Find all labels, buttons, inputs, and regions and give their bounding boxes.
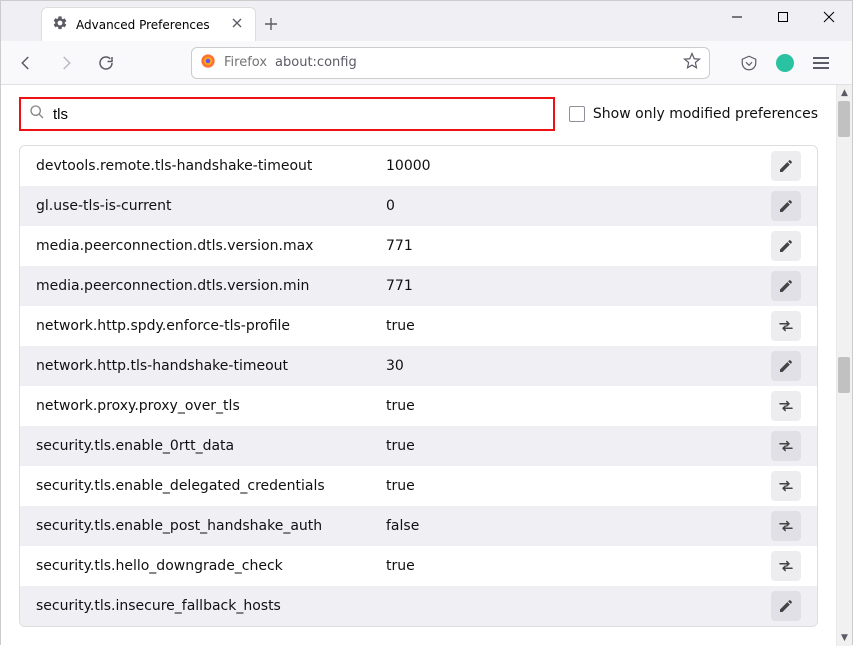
toggle-icon — [777, 397, 795, 415]
pref-row: network.proxy.proxy_over_tlstrue — [20, 386, 817, 426]
bookmark-star-icon[interactable] — [683, 52, 701, 74]
scroll-thumb[interactable] — [838, 101, 850, 137]
pref-value: true — [386, 478, 771, 494]
back-button[interactable] — [11, 48, 41, 78]
pref-value: 30 — [386, 358, 771, 374]
content: Show only modified preferences devtools.… — [1, 85, 852, 646]
preferences-table: devtools.remote.tls-handshake-timeout100… — [19, 145, 818, 627]
toggle-icon — [777, 477, 795, 495]
pref-name: gl.use-tls-is-current — [36, 198, 386, 214]
pref-value: true — [386, 318, 771, 334]
url-text: about:config — [275, 55, 357, 70]
search-row: Show only modified preferences — [19, 97, 818, 131]
pencil-icon — [778, 198, 794, 214]
toggle-button[interactable] — [771, 391, 801, 421]
pref-value: true — [386, 438, 771, 454]
menu-button[interactable] — [806, 48, 836, 78]
pref-name: network.http.spdy.enforce-tls-profile — [36, 318, 386, 334]
toggle-button[interactable] — [771, 431, 801, 461]
pencil-icon — [778, 598, 794, 614]
pref-name: security.tls.enable_0rtt_data — [36, 438, 386, 454]
scroll-thumb[interactable] — [838, 357, 850, 393]
toolbar: Firefox about:config — [1, 41, 852, 85]
toggle-icon — [777, 317, 795, 335]
search-box — [19, 97, 555, 131]
window-controls — [714, 1, 852, 33]
pref-value: 771 — [386, 238, 771, 254]
pref-name: security.tls.hello_downgrade_check — [36, 558, 386, 574]
pref-name: media.peerconnection.dtls.version.max — [36, 238, 386, 254]
tab-title: Advanced Preferences — [76, 18, 221, 32]
toggle-button[interactable] — [771, 311, 801, 341]
firefox-logo-icon — [200, 53, 216, 73]
pref-row: security.tls.enable_0rtt_datatrue — [20, 426, 817, 466]
firefox-label: Firefox — [224, 55, 267, 70]
edit-button[interactable] — [771, 271, 801, 301]
minimize-button[interactable] — [714, 1, 760, 33]
show-only-modified[interactable]: Show only modified preferences — [569, 106, 818, 122]
close-window-button[interactable] — [806, 1, 852, 33]
edit-button[interactable] — [771, 151, 801, 181]
pref-name: devtools.remote.tls-handshake-timeout — [36, 158, 386, 174]
edit-button[interactable] — [771, 191, 801, 221]
toggle-icon — [777, 517, 795, 535]
pref-row: network.http.spdy.enforce-tls-profiletru… — [20, 306, 817, 346]
pref-name: network.http.tls-handshake-timeout — [36, 358, 386, 374]
pref-name: security.tls.insecure_fallback_hosts — [36, 598, 386, 614]
new-tab-button[interactable] — [256, 7, 286, 41]
checkbox-icon[interactable] — [569, 106, 585, 122]
search-input[interactable] — [53, 106, 545, 123]
toggle-icon — [777, 557, 795, 575]
reload-button[interactable] — [91, 48, 121, 78]
pref-row: devtools.remote.tls-handshake-timeout100… — [20, 146, 817, 186]
gear-icon — [52, 15, 68, 35]
toggle-button[interactable] — [771, 511, 801, 541]
pref-name: security.tls.enable_delegated_credential… — [36, 478, 386, 494]
title-bar: Advanced Preferences — [1, 1, 852, 41]
pref-name: media.peerconnection.dtls.version.min — [36, 278, 386, 294]
toggle-button[interactable] — [771, 471, 801, 501]
pref-row: security.tls.enable_post_handshake_authf… — [20, 506, 817, 546]
pref-value: true — [386, 558, 771, 574]
pencil-icon — [778, 238, 794, 254]
edit-button[interactable] — [771, 591, 801, 621]
toggle-icon — [777, 437, 795, 455]
pencil-icon — [778, 358, 794, 374]
forward-button[interactable] — [51, 48, 81, 78]
pref-row: security.tls.insecure_fallback_hosts — [20, 586, 817, 626]
pref-row: media.peerconnection.dtls.version.max771 — [20, 226, 817, 266]
scroll-down-icon[interactable]: ▼ — [837, 630, 852, 646]
maximize-button[interactable] — [760, 1, 806, 33]
pref-row: security.tls.enable_delegated_credential… — [20, 466, 817, 506]
toggle-button[interactable] — [771, 551, 801, 581]
pref-row: network.http.tls-handshake-timeout30 — [20, 346, 817, 386]
pref-row: gl.use-tls-is-current0 — [20, 186, 817, 226]
close-tab-icon[interactable] — [229, 17, 245, 33]
tab-strip: Advanced Preferences — [1, 1, 714, 41]
pref-name: network.proxy.proxy_over_tls — [36, 398, 386, 414]
extension-icon[interactable] — [770, 48, 800, 78]
show-only-label: Show only modified preferences — [593, 106, 818, 122]
pref-value: 10000 — [386, 158, 771, 174]
url-bar[interactable]: Firefox about:config — [191, 47, 710, 79]
pref-value: 0 — [386, 198, 771, 214]
pref-value: false — [386, 518, 771, 534]
pencil-icon — [778, 278, 794, 294]
browser-tab[interactable]: Advanced Preferences — [41, 7, 256, 41]
pref-value: 771 — [386, 278, 771, 294]
pref-row: security.tls.hello_downgrade_checktrue — [20, 546, 817, 586]
edit-button[interactable] — [771, 231, 801, 261]
search-icon — [29, 104, 45, 124]
edit-button[interactable] — [771, 351, 801, 381]
scrollbar[interactable]: ▲ ▼ — [836, 85, 852, 646]
scroll-up-icon[interactable]: ▲ — [837, 85, 852, 101]
pref-row: media.peerconnection.dtls.version.min771 — [20, 266, 817, 306]
pencil-icon — [778, 158, 794, 174]
pref-name: security.tls.enable_post_handshake_auth — [36, 518, 386, 534]
pocket-icon[interactable] — [734, 48, 764, 78]
pref-value: true — [386, 398, 771, 414]
